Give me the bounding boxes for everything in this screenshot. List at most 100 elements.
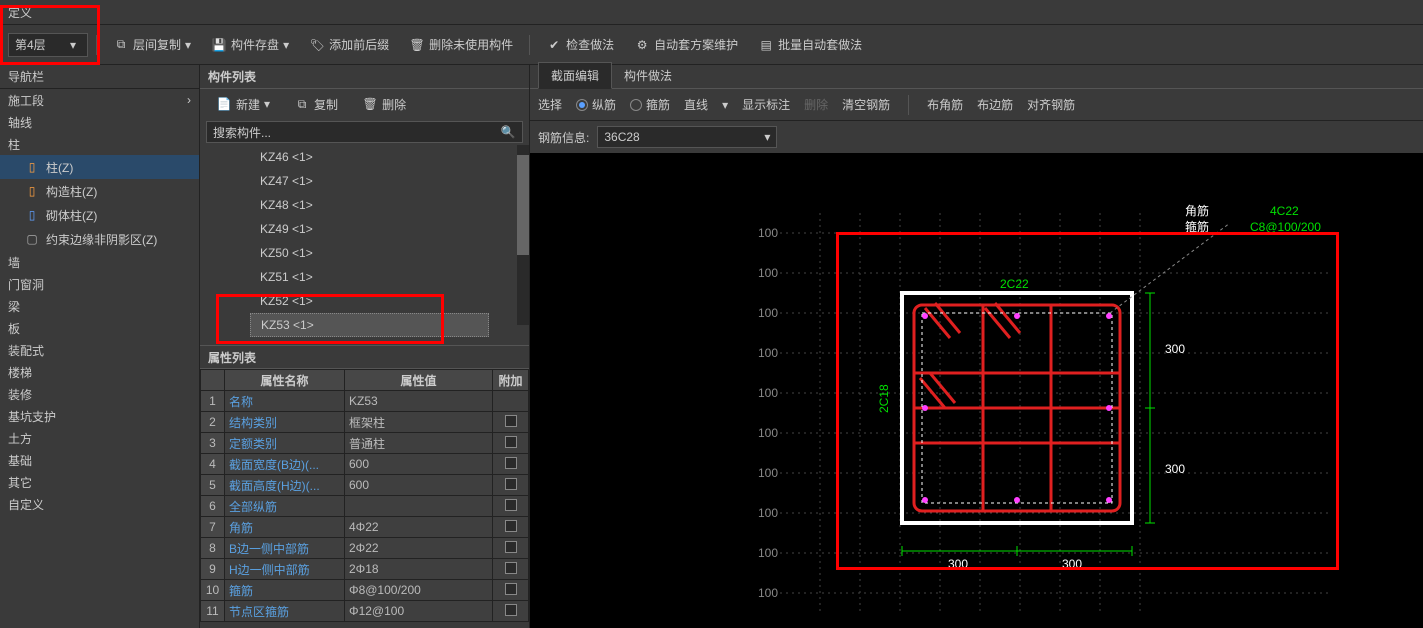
prop-extra[interactable] xyxy=(493,412,529,433)
nav-sub-column[interactable]: ▯构造柱(Z) xyxy=(0,179,199,203)
member-item[interactable]: KZ47 <1> xyxy=(200,169,529,193)
member-item[interactable]: KZ49 <1> xyxy=(200,217,529,241)
prop-extra[interactable] xyxy=(493,433,529,454)
search-input[interactable]: 搜索构件... 🔍 xyxy=(206,121,523,143)
nav-item[interactable]: 梁 xyxy=(0,295,199,317)
line-button[interactable]: 直线 xyxy=(684,96,708,113)
nav-item[interactable]: 板 xyxy=(0,317,199,339)
radio-long[interactable]: 纵筋 xyxy=(576,96,616,113)
nav-sub-column[interactable]: ▢约束边缘非阴影区(Z) xyxy=(0,227,199,251)
member-item[interactable]: KZ48 <1> xyxy=(200,193,529,217)
checkbox-icon[interactable] xyxy=(505,436,517,448)
tab-member-method[interactable]: 构件做法 xyxy=(612,63,684,88)
checkbox-icon[interactable] xyxy=(505,520,517,532)
prop-extra[interactable] xyxy=(493,475,529,496)
prop-value[interactable]: Φ12@100 xyxy=(345,601,493,622)
nav-item[interactable]: 墙 xyxy=(0,251,199,273)
nav-item[interactable]: 装配式 xyxy=(0,339,199,361)
table-row[interactable]: 4截面宽度(B边)(...600 xyxy=(201,454,529,475)
nav-item[interactable]: 自定义 xyxy=(0,493,199,515)
checkbox-icon[interactable] xyxy=(505,478,517,490)
prop-value[interactable]: Φ8@100/200 xyxy=(345,580,493,601)
select-label[interactable]: 选择 xyxy=(538,96,562,113)
checkbox-icon[interactable] xyxy=(505,457,517,469)
clear-button[interactable]: 清空钢筋 xyxy=(842,96,890,113)
nav-sub-column[interactable]: ▯砌体柱(Z) xyxy=(0,203,199,227)
batch-button[interactable]: ▤批量自动套做法 xyxy=(750,32,870,58)
table-row[interactable]: 7角筋4Φ22 xyxy=(201,517,529,538)
member-item[interactable]: KZ46 <1> xyxy=(200,145,529,169)
nav-item[interactable]: 楼梯 xyxy=(0,361,199,383)
scrollbar-thumb[interactable] xyxy=(517,155,529,255)
prop-extra[interactable] xyxy=(493,454,529,475)
nav-item[interactable]: 其它 xyxy=(0,471,199,493)
table-row[interactable]: 5截面高度(H边)(...600 xyxy=(201,475,529,496)
member-item[interactable]: KZ50 <1> xyxy=(200,241,529,265)
table-row[interactable]: 10箍筋Φ8@100/200 xyxy=(201,580,529,601)
prop-value[interactable]: 普通柱 xyxy=(345,433,493,454)
align-button[interactable]: 对齐钢筋 xyxy=(1027,96,1075,113)
prop-value[interactable]: 2Φ18 xyxy=(345,559,493,580)
check-button[interactable]: ✔检查做法 xyxy=(538,32,622,58)
nav-item[interactable]: 基础 xyxy=(0,449,199,471)
radio-stirrup[interactable]: 箍筋 xyxy=(630,96,670,113)
prop-name: 箍筋 xyxy=(225,580,345,601)
nav-item[interactable]: 土方 xyxy=(0,427,199,449)
nav-item[interactable]: 施工段› xyxy=(0,89,199,111)
nav-sub-column[interactable]: ▯柱(Z) xyxy=(0,155,199,179)
prop-value[interactable]: 600 xyxy=(345,475,493,496)
nav-item[interactable]: 柱 xyxy=(0,133,199,155)
prop-value[interactable]: 框架柱 xyxy=(345,412,493,433)
prop-extra[interactable] xyxy=(493,538,529,559)
table-row[interactable]: 3定额类别普通柱 xyxy=(201,433,529,454)
corner-button[interactable]: 布角筋 xyxy=(927,96,963,113)
copy-floor-button[interactable]: ⧉层间复制 ▾ xyxy=(105,32,199,58)
prop-extra[interactable] xyxy=(493,496,529,517)
nav-item[interactable]: 轴线 xyxy=(0,111,199,133)
rebar-info-input[interactable]: 36C28 ▾ xyxy=(597,126,777,148)
copy-member-button[interactable]: ⧉复制 xyxy=(286,91,346,117)
prop-extra[interactable] xyxy=(493,580,529,601)
table-row[interactable]: 6全部纵筋 xyxy=(201,496,529,517)
tag-icon: 🏷 xyxy=(309,37,325,53)
nav-item[interactable]: 装修 xyxy=(0,383,199,405)
delete-unused-button[interactable]: 🗑删除未使用构件 xyxy=(401,32,521,58)
member-item-selected[interactable]: KZ53 <1> xyxy=(250,313,489,337)
save-member-button[interactable]: 💾构件存盘 ▾ xyxy=(203,32,297,58)
table-row[interactable]: 11节点区箍筋Φ12@100 xyxy=(201,601,529,622)
prop-extra[interactable] xyxy=(493,559,529,580)
prop-value[interactable] xyxy=(345,496,493,517)
prop-extra[interactable] xyxy=(493,391,529,412)
checkbox-icon[interactable] xyxy=(505,499,517,511)
prop-extra[interactable] xyxy=(493,601,529,622)
prop-value[interactable]: 2Φ22 xyxy=(345,538,493,559)
edge-button[interactable]: 布边筋 xyxy=(977,96,1013,113)
floor-selector[interactable]: 第4层 ▾ xyxy=(8,33,88,57)
prefix-button[interactable]: 🏷添加前后缀 xyxy=(301,32,397,58)
member-item[interactable]: KZ51 <1> xyxy=(200,265,529,289)
checkbox-icon[interactable] xyxy=(505,604,517,616)
checkbox-icon[interactable] xyxy=(505,541,517,553)
table-row[interactable]: 9H边一侧中部筋2Φ18 xyxy=(201,559,529,580)
section-canvas[interactable]: 100 100 100 100 100 100 100 100 100 100 xyxy=(530,153,1423,628)
show-labels-button[interactable]: 显示标注 xyxy=(742,96,790,113)
prop-value[interactable]: 600 xyxy=(345,454,493,475)
column-icon: ▢ xyxy=(24,231,40,247)
auto-maintain-button[interactable]: ⚙自动套方案维护 xyxy=(626,32,746,58)
prop-extra[interactable] xyxy=(493,517,529,538)
table-row[interactable]: 2结构类别框架柱 xyxy=(201,412,529,433)
prop-value[interactable]: KZ53 xyxy=(345,391,493,412)
nav-item[interactable]: 门窗洞 xyxy=(0,273,199,295)
scrollbar[interactable] xyxy=(517,145,529,325)
prop-value[interactable]: 4Φ22 xyxy=(345,517,493,538)
checkbox-icon[interactable] xyxy=(505,562,517,574)
checkbox-icon[interactable] xyxy=(505,415,517,427)
tab-section-edit[interactable]: 截面编辑 xyxy=(538,62,612,89)
nav-item[interactable]: 基坑支护 xyxy=(0,405,199,427)
table-row[interactable]: 8B边一侧中部筋2Φ22 xyxy=(201,538,529,559)
checkbox-icon[interactable] xyxy=(505,583,517,595)
member-item[interactable]: KZ52 <1> xyxy=(200,289,529,313)
new-member-button[interactable]: 📄新建 ▾ xyxy=(208,91,278,117)
delete-member-button[interactable]: 🗑删除 xyxy=(354,91,414,117)
table-row[interactable]: 1名称KZ53 xyxy=(201,391,529,412)
